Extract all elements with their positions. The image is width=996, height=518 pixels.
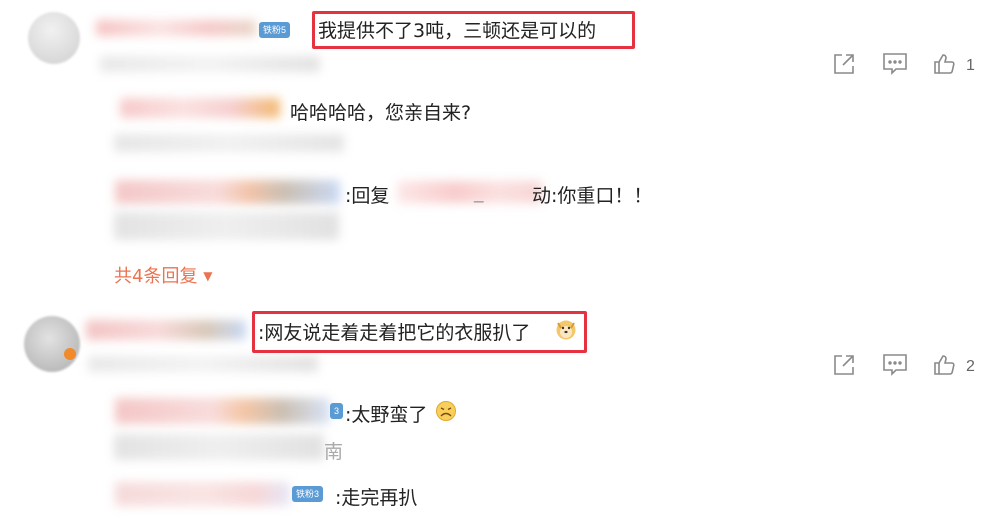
comment-text: 我提供不了3吨，三顿还是可以的 (318, 20, 597, 42)
username[interactable] (96, 20, 256, 36)
reply-mention[interactable] (397, 181, 542, 203)
comment-text: :网友说走着走着把它的衣服扒了 (258, 322, 531, 344)
doge-emoji-icon (555, 318, 577, 340)
reply-username[interactable] (115, 398, 330, 424)
reply-meta (114, 434, 324, 460)
fan-badge: 铁粉5 (259, 22, 291, 38)
reply-username[interactable] (120, 98, 280, 118)
share-icon[interactable] (832, 52, 856, 76)
like-icon[interactable] (932, 353, 956, 377)
reply-username[interactable] (115, 482, 290, 506)
reply-text-middle: _ (474, 181, 484, 203)
more-replies-label: 共4条回复 (114, 266, 198, 287)
reply-text-suffix: 动:你重口！！ (532, 185, 653, 207)
reply-meta (114, 212, 339, 240)
fan-badge: 3 (330, 403, 344, 419)
reply-text: :太野蛮了 (345, 404, 428, 426)
angry-emoji-icon (435, 400, 457, 422)
comment-icon[interactable] (882, 353, 908, 377)
user-meta (100, 56, 320, 72)
user-meta (88, 356, 318, 372)
reply-meta-trailing: 南 (324, 441, 344, 463)
username[interactable] (86, 320, 246, 340)
verified-badge (64, 348, 76, 360)
avatar[interactable] (24, 316, 80, 372)
reply-username[interactable] (115, 180, 340, 204)
reply-meta (114, 134, 344, 152)
reply-text-prefix: :回复 (345, 185, 390, 207)
chevron-down-icon: ▼ (203, 269, 213, 283)
comment-icon[interactable] (882, 52, 908, 76)
like-count: 2 (966, 358, 975, 375)
share-icon[interactable] (832, 353, 856, 377)
fan-badge: 铁粉3 (292, 486, 324, 502)
like-count: 1 (966, 57, 975, 74)
avatar[interactable] (28, 12, 80, 64)
reply-text: :走完再扒 (335, 487, 418, 509)
more-replies-link[interactable]: 共4条回复 ▼ (114, 262, 212, 288)
like-icon[interactable] (932, 52, 956, 76)
reply-text: 哈哈哈哈，您亲自来? (290, 102, 472, 124)
